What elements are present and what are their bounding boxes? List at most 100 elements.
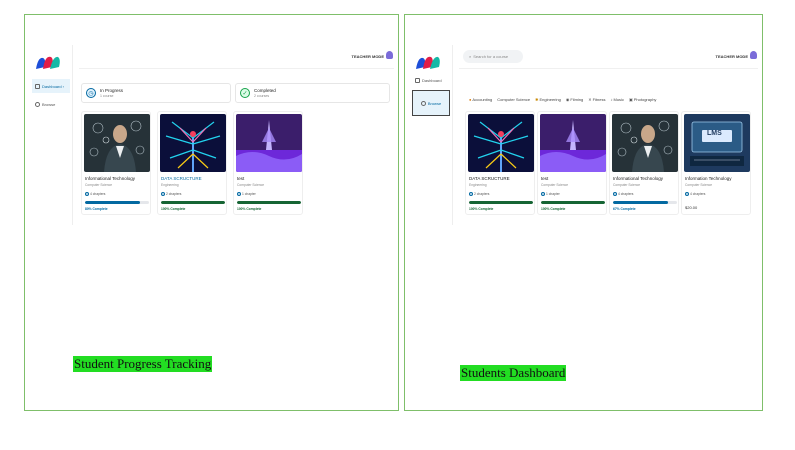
app-logo[interactable] — [414, 53, 442, 71]
category-music[interactable]: ♪ Music — [611, 97, 624, 102]
course-thumbnail-tech-man — [84, 114, 150, 172]
compass-icon — [35, 101, 40, 107]
lms-logo-text: LMS — [707, 130, 722, 137]
course-category: Computer Science — [685, 183, 713, 187]
chapters-count: 4 chapters — [613, 192, 633, 196]
progress-bar — [541, 201, 605, 204]
app-logo[interactable] — [34, 53, 62, 71]
progress-label: 100% Complete — [469, 207, 494, 211]
course-card[interactable]: DATA SCRUCTURE Engineering 2 chapters 10… — [465, 111, 535, 215]
sidebar: Dashboard › Browse — [29, 45, 73, 225]
chapters-label: 4 chapters — [90, 192, 106, 196]
user-avatar-icon[interactable] — [386, 51, 393, 59]
category-computer-science[interactable]: Computer Science — [497, 97, 530, 102]
course-category: Computer Science — [613, 183, 641, 187]
chapters-label: 4 chapters — [618, 192, 634, 196]
progress-bar — [161, 201, 225, 204]
progress-bar — [613, 201, 677, 204]
user-avatar-icon[interactable] — [750, 51, 757, 59]
dashboard-icon — [35, 83, 40, 89]
category-photography[interactable]: ▣ Photography — [629, 97, 656, 102]
category-label: Photography — [633, 97, 657, 102]
dashboard-app: Dashboard Browse ⌕ Search for a course T… — [409, 45, 758, 235]
sidebar-item-content: Browse — [420, 100, 442, 106]
progress-fill — [85, 201, 141, 204]
category-engineering[interactable]: ✱ Engineering — [535, 97, 561, 102]
progress-bar — [469, 201, 533, 204]
course-card[interactable]: LMS Information Technology Computer Scie… — [681, 111, 751, 215]
clock-icon: ◷ — [86, 88, 96, 98]
category-label: Filming — [570, 97, 584, 102]
course-thumbnail-tech-man — [612, 114, 678, 172]
book-icon — [613, 192, 617, 196]
category-label: Music — [613, 97, 624, 102]
teacher-mode-button[interactable]: TEACHER MODE — [716, 54, 748, 59]
teacher-mode-button[interactable]: TEACHER MODE — [352, 54, 384, 59]
dumbbell-icon: ✕ — [588, 97, 592, 102]
course-category: Computer Science — [541, 183, 569, 187]
chapters-label: 2 chapters — [474, 192, 490, 196]
progress-label: 67% Complete — [613, 207, 636, 211]
category-accounting[interactable]: ● Accounting — [469, 97, 492, 102]
chapters-label: 1 chapter — [546, 192, 560, 196]
category-filming[interactable]: ◉ Filming — [566, 97, 583, 102]
book-icon — [161, 192, 165, 196]
stat-in-progress: ◷ In Progress 1 course — [81, 83, 231, 103]
course-category: Engineering — [469, 183, 487, 187]
progress-fill — [469, 201, 533, 204]
search-icon: ⌕ — [469, 54, 472, 59]
course-price: $20.00 — [685, 205, 698, 210]
chapters-label: 4 chapters — [690, 192, 706, 196]
sidebar-item-label: Dashboard › — [42, 83, 65, 89]
book-icon — [541, 192, 545, 196]
progress-fill — [237, 201, 301, 204]
sidebar-item-browse[interactable]: Browse — [412, 90, 450, 116]
chapters-label: 1 chapter — [242, 192, 256, 196]
book-icon — [469, 192, 473, 196]
course-thumbnail-purple-wave — [236, 114, 302, 172]
course-category: Engineering — [161, 183, 179, 187]
coins-icon: ● — [469, 97, 472, 102]
sidebar-item-label: Browse — [42, 101, 56, 107]
course-card[interactable]: DATA SCRUCTURE Engineering 2 chapters 10… — [157, 111, 227, 215]
stat-title: Completed — [254, 88, 276, 93]
search-placeholder: Search for a course — [473, 54, 509, 59]
course-title: Information Technology — [685, 176, 732, 181]
category-label: Fitness — [592, 97, 606, 102]
sidebar-item-label: Browse — [427, 100, 442, 106]
course-category: Computer Science — [85, 183, 113, 187]
book-icon — [85, 192, 89, 196]
chapters-count: 1 chapter — [237, 192, 256, 196]
topbar: ⌕ Search for a course TEACHER MODE — [459, 45, 758, 69]
book-icon — [237, 192, 241, 196]
sidebar-item-dashboard[interactable]: Dashboard — [412, 73, 450, 87]
course-card[interactable]: Informational Technology Computer Scienc… — [81, 111, 151, 215]
course-thumbnail-neon-tree — [160, 114, 226, 172]
course-title: DATA SCRUCTURE — [161, 176, 202, 181]
category-fitness[interactable]: ✕ Fitness — [588, 97, 605, 102]
sidebar-item-dashboard[interactable]: Dashboard › — [32, 79, 70, 93]
stat-count: 2 courses — [254, 94, 270, 98]
stat-title: In Progress — [100, 88, 124, 93]
sidebar-item-browse[interactable]: Browse — [32, 97, 70, 111]
progress-fill — [541, 201, 605, 204]
progress-label: 80% Complete — [85, 207, 108, 211]
course-card[interactable]: test Computer Science 1 chapter 100% Com… — [537, 111, 607, 215]
students-dashboard-panel: Dashboard Browse ⌕ Search for a course T… — [404, 14, 763, 411]
category-label: Engineering — [539, 97, 561, 102]
sidebar: Dashboard Browse — [409, 45, 453, 225]
chapters-count: 1 chapter — [541, 192, 560, 196]
course-title: Informational Technology — [613, 176, 663, 181]
course-card[interactable]: Informational Technology Computer Scienc… — [609, 111, 679, 215]
search-input[interactable]: ⌕ Search for a course — [463, 50, 523, 63]
music-icon: ♪ — [610, 97, 613, 102]
chapters-label: 2 chapters — [166, 192, 182, 196]
progress-app: Dashboard › Browse TEACHER MODE ◷ In Pro… — [29, 45, 394, 235]
course-thumbnail-neon-tree — [468, 114, 534, 172]
chapters-count: 2 chapters — [469, 192, 489, 196]
progress-label: 100% Complete — [541, 207, 566, 211]
progress-fill — [613, 201, 669, 204]
progress-bar — [85, 201, 149, 204]
course-card[interactable]: test Computer Science 1 chapter 100% Com… — [233, 111, 303, 215]
chapters-count: 2 chapters — [161, 192, 181, 196]
